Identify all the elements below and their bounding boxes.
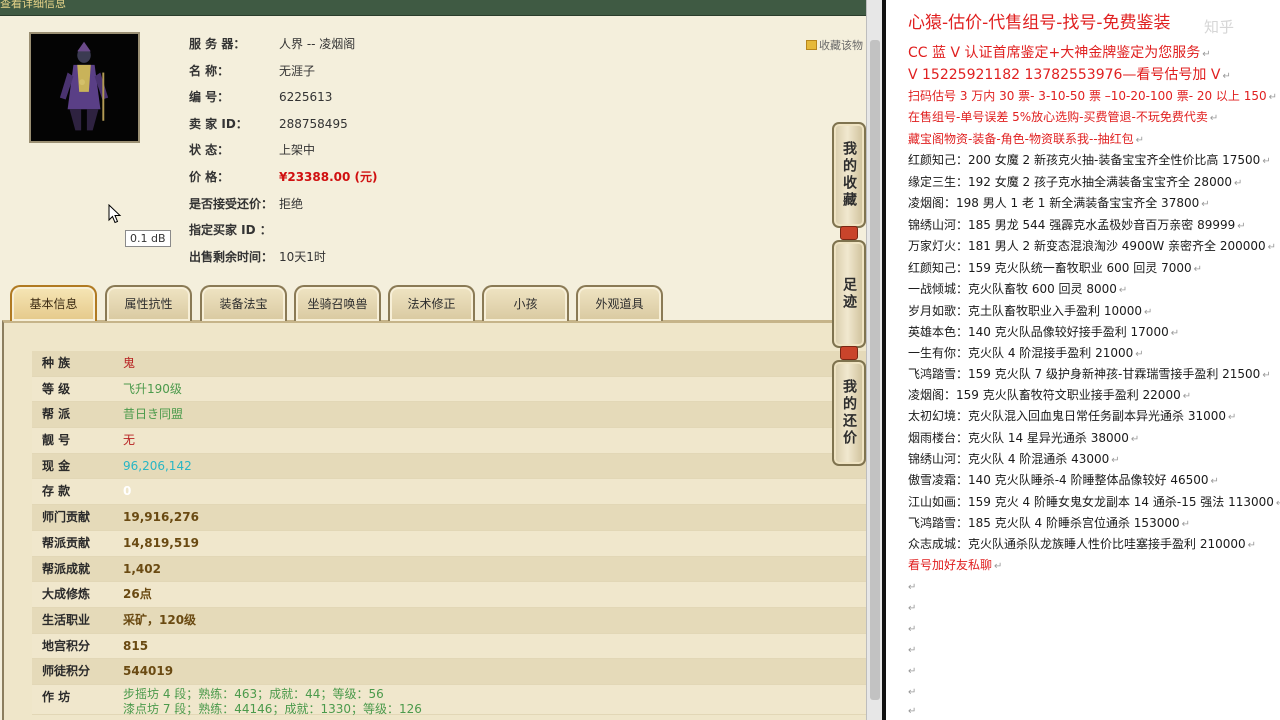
window-title: 查看详细信息	[0, 0, 66, 10]
table-row: 师门贡献 19,916,276	[32, 505, 866, 531]
note-line: 烟雨楼台：克火队 14 星异光通杀 38000 ↵	[908, 431, 1140, 445]
table-row: 大成修炼 26点	[32, 582, 866, 608]
footprint-button[interactable]: 足迹	[832, 240, 866, 348]
info-id: 编 号： 6225613	[189, 90, 333, 104]
note-line: 缘定三生：192 女魔 2 孩子克水抽全满装备宝宝齐全 28000 ↵	[908, 175, 1243, 189]
note-line: 锦绣山河：克火队 4 阶混通杀 43000 ↵	[908, 452, 1120, 466]
side-joint	[840, 346, 858, 360]
paragraph-mark: ↵	[908, 582, 917, 593]
note-line: 太初幻境：克火队混入回血鬼日常任务副本异光通杀 31000 ↵	[908, 409, 1237, 423]
scrollbar-thumb[interactable]	[870, 40, 880, 700]
note-line: V 15225921182 13782553976—看号估号加 V ↵	[908, 67, 1231, 83]
notes-document[interactable]: 知乎 心猿-估价-代售组号-找号-免费鉴装 CC 蓝 V 认证首席鉴定+大神金牌…	[886, 0, 1280, 720]
note-line: 江山如画：159 克火 4 阶睡女鬼女龙副本 14 通杀-15 强法 11300…	[908, 495, 1280, 509]
table-row: 帮 派昔日き同盟	[32, 402, 866, 429]
table-row: 地宫积分 815	[32, 633, 866, 660]
my-counteroffers-button[interactable]: 我的还价	[832, 360, 866, 466]
note-line: 众志成城：克火队通杀队龙族睡人性价比哇塞接手盈利 210000 ↵	[908, 537, 1257, 551]
table-row: 现 金 96,206,142	[32, 453, 866, 480]
paragraph-mark: ↵	[908, 666, 917, 677]
character-figure-icon	[31, 34, 138, 141]
note-line: 凌烟阁：198 男人 1 老 1 新全满装备宝宝齐全 37800 ↵	[908, 196, 1210, 210]
window-title-bar: 查看详细信息	[0, 0, 866, 16]
character-avatar	[29, 32, 140, 143]
info-seller-id: 卖 家 ID： 288758495	[189, 117, 348, 131]
tab-basic-info[interactable]: 基本信息	[10, 285, 97, 321]
table-row: 存 款0	[32, 479, 866, 506]
table-row: 种 族鬼	[32, 351, 866, 377]
tab-attributes[interactable]: 属性抗性	[105, 285, 192, 321]
note-line: 飞鸿踏雪：185 克火队 4 阶睡杀宫位通杀 153000 ↵	[908, 516, 1190, 530]
note-line: 红颜知己：159 克火队统一畜牧职业 600 回灵 7000 ↵	[908, 261, 1202, 275]
note-line: 飞鸿踏雪：159 克火队 7 级护身新神孩-甘霖瑞雪接手盈利 21500 ↵	[908, 367, 1271, 381]
table-row: 靓 号无	[32, 428, 866, 454]
info-accept-counteroffer: 是否接受还价： 拒绝	[189, 197, 304, 211]
table-row: 师徒积分 544019	[32, 659, 866, 685]
note-line: 锦绣山河：185 男龙 544 强霹克水孟极妙音百万亲密 89999 ↵	[908, 218, 1246, 232]
tab-equipment[interactable]: 装备法宝	[200, 285, 287, 321]
info-name: 名 称： 无涯子	[189, 64, 316, 78]
table-row: 生活职业 采矿，120级	[32, 607, 866, 634]
table-row: 帮派成就 1,402	[32, 556, 866, 583]
tab-appearance-items[interactable]: 外观道具	[576, 285, 663, 321]
paragraph-mark: ↵	[908, 706, 917, 717]
note-line: 岁月如歌：克土队畜牧职业入手盈利 10000 ↵	[908, 304, 1153, 318]
info-time-left: 出售剩余时间： 10天1时	[189, 250, 326, 264]
note-line: 藏宝阁物资-装备-角色-物资联系我--抽红包 ↵	[908, 132, 1145, 146]
note-line: 在售组号-单号误差 5%放心选购-买费管退-不玩免费代卖 ↵	[908, 110, 1219, 124]
side-joint	[840, 226, 858, 240]
table-row: 帮派贡献 14,819,519	[32, 530, 866, 557]
game-trade-panel: 查看详细信息 服 务 器： 人界 -- 凌烟阁 名 称： 无涯子 编 号： 62256…	[0, 0, 866, 720]
note-line: 万家灯火：181 男人 2 新变态混浪淘沙 4900W 亲密齐全 200000 ↵	[908, 239, 1277, 253]
favorite-icon	[806, 40, 817, 50]
note-line: 一生有你：克火队 4 阶混接手盈利 21000 ↵	[908, 346, 1144, 360]
table-row: 等 级飞升190级	[32, 376, 866, 403]
watermark: 知乎	[1204, 18, 1235, 36]
my-favorites-button[interactable]: 我的收藏	[832, 122, 866, 228]
note-line: 凌烟阁：159 克火队畜牧符文职业接手盈利 22000 ↵	[908, 388, 1192, 402]
tab-children[interactable]: 小孩	[482, 285, 569, 321]
mouse-cursor-icon	[108, 204, 122, 224]
paragraph-mark: ↵	[908, 603, 917, 614]
scrollbar[interactable]	[866, 0, 882, 720]
note-line: 红颜知己：200 女魔 2 新孩克火抽-装备宝宝齐全性价比高 17500 ↵	[908, 153, 1271, 167]
tab-mounts-pets[interactable]: 坐骑召唤兽	[294, 285, 381, 321]
basic-info-table: 种 族鬼 等 级飞升190级 帮 派昔日き同盟 靓 号无 现 金 96,206,1…	[32, 351, 866, 716]
table-row: 作 坊 步摇坊 4 段；熟练：463；成就：44；等级：56 漆点坊 7 段；熟练…	[32, 684, 866, 716]
info-status: 状 态： 上架中	[189, 143, 316, 157]
info-price: 价 格： ¥23388.00 (元)	[189, 170, 378, 184]
note-line: 英雄本色：140 克火队品像较好接手盈利 17000 ↵	[908, 325, 1180, 339]
note-line: 一战倾城：克火队畜牧 600 回灵 8000 ↵	[908, 282, 1128, 296]
paragraph-mark: ↵	[908, 687, 917, 698]
note-line: 心猿-估价-代售组号-找号-免费鉴装	[908, 13, 1171, 33]
info-server: 服 务 器： 人界 -- 凌烟阁	[189, 37, 356, 51]
note-line: 扫码估号 3 万内 30 票- 3-10-50 票 –10-20-100 票- …	[908, 89, 1278, 103]
price-value: ¥23388.00 (元)	[279, 170, 378, 184]
paragraph-mark: ↵	[908, 645, 917, 656]
tooltip: 0.1 dB	[125, 230, 171, 247]
paragraph-mark: ↵	[908, 624, 917, 635]
info-designated-buyer: 指定买家 ID ：	[189, 223, 272, 237]
tab-spell-correction[interactable]: 法术修正	[388, 285, 475, 321]
note-line: 傲雪凌霜：140 克火队睡杀-4 阶睡整体品像较好 46500 ↵	[908, 473, 1219, 487]
note-line: 看号加好友私聊 ↵	[908, 558, 1003, 572]
favorite-link[interactable]: 收藏该物	[806, 37, 863, 53]
note-line: CC 蓝 V 认证首席鉴定+大神金牌鉴定为您服务 ↵	[908, 45, 1211, 61]
